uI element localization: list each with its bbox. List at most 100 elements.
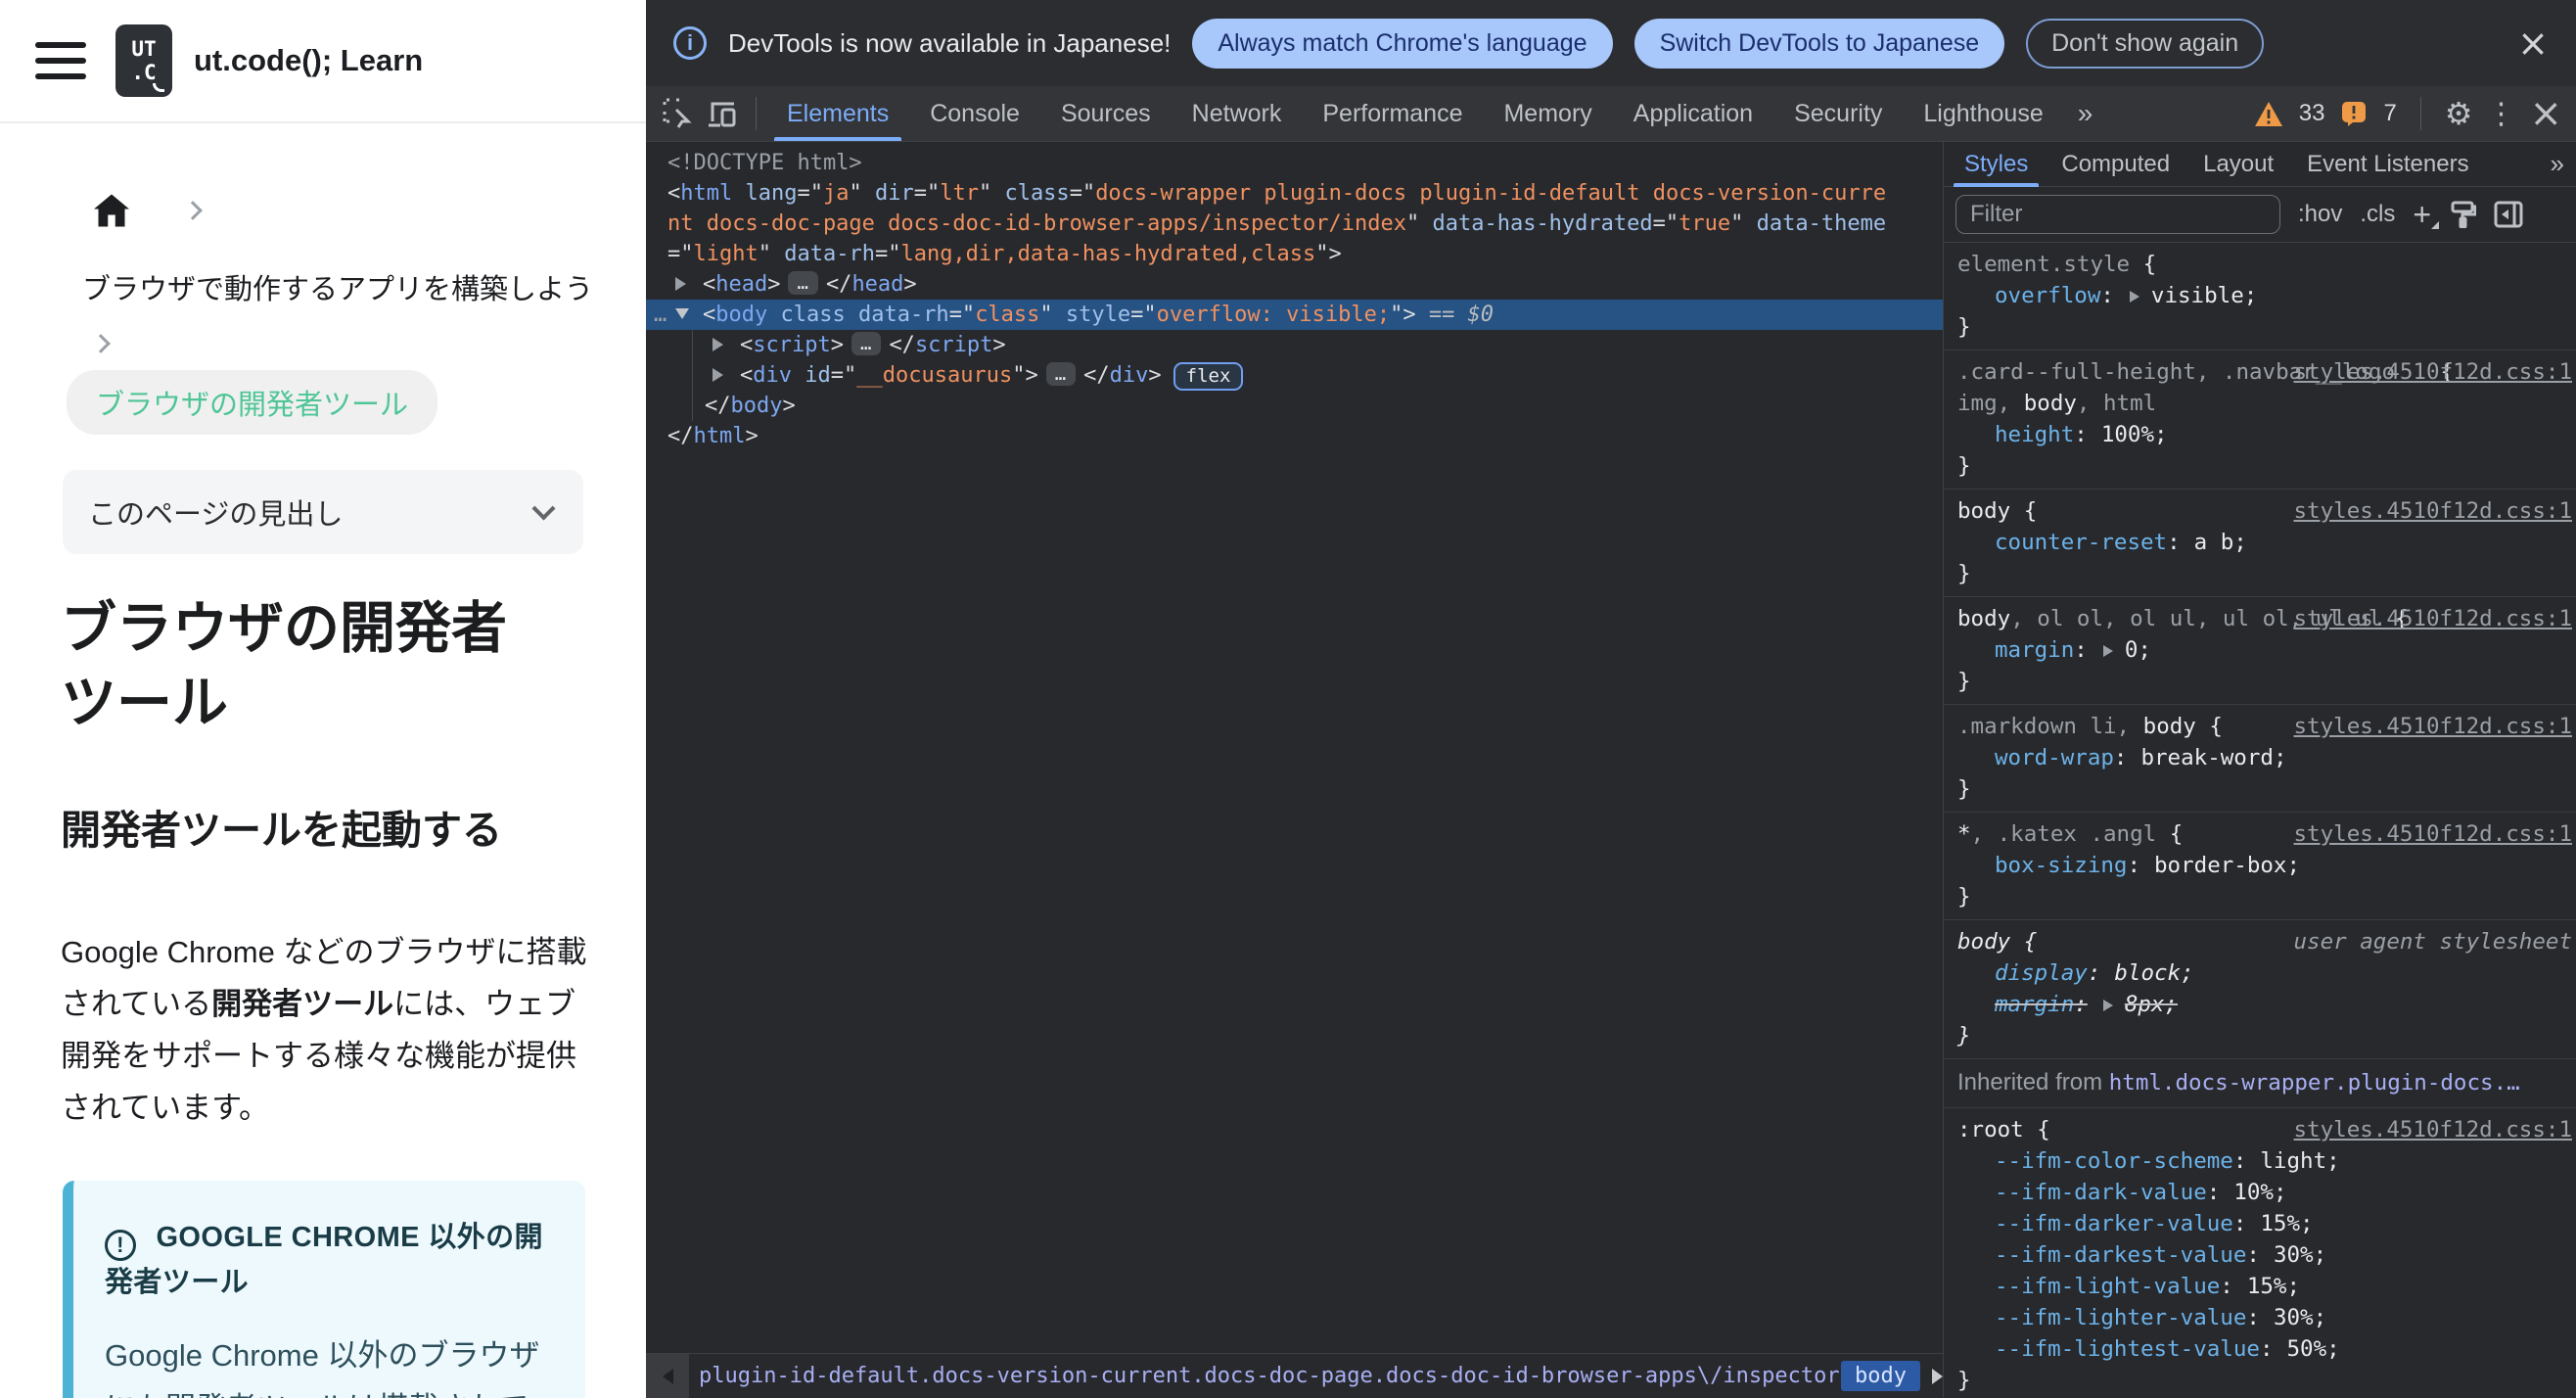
device-toolbar-icon[interactable] [701, 92, 746, 135]
breadcrumb-current[interactable]: ブラウザの開発者ツール [67, 370, 438, 435]
sidebar-tab-styles[interactable]: Styles [1948, 142, 2045, 187]
tab-lighthouse[interactable]: Lighthouse [1903, 86, 2063, 141]
css-declaration[interactable]: --ifm-lighter-value: 30%; [1944, 1302, 2576, 1333]
dom-row[interactable]: <html lang="ja" dir="ltr" class="docs-wr… [646, 178, 1899, 269]
info-admonition: ! GOOGLE CHROME 以外の開発者ツール Google Chrome … [63, 1181, 585, 1398]
utcode-logo[interactable]: UT .C [115, 24, 172, 97]
toggle-class-button[interactable]: .cls [2360, 201, 2395, 228]
flex-badge[interactable]: flex [1173, 362, 1244, 391]
toolbar-divider [2419, 97, 2421, 130]
dom-token: ja [822, 181, 850, 206]
expand-value-icon[interactable] [2102, 645, 2113, 657]
rule-selector[interactable]: element.style [1957, 249, 2130, 280]
css-declaration[interactable]: --ifm-darker-value: 15%; [1944, 1208, 2576, 1239]
inspect-element-icon[interactable] [656, 92, 701, 135]
stylesheet-source-link[interactable]: styles.4510f12d.css:1 [2294, 603, 2572, 634]
right-arrow-icon[interactable] [1932, 1368, 1943, 1384]
styles-filter-input[interactable] [1955, 195, 2280, 234]
collapse-arrow-icon[interactable] [675, 300, 703, 330]
rule-selector[interactable]: :root [1957, 1114, 2024, 1145]
issues-icon[interactable] [2338, 92, 2369, 135]
css-declaration[interactable]: --ifm-darkest-value: 30%; [1944, 1239, 2576, 1271]
css-declaration[interactable]: --ifm-light-value: 15%; [1944, 1271, 2576, 1302]
toggle-hover-state-button[interactable]: :hov [2298, 201, 2342, 228]
rule-selector[interactable]: *, .katex .angl [1957, 818, 2156, 850]
css-declaration[interactable]: height: 100%; [1944, 419, 2576, 450]
dom-row[interactable]: </html> [646, 421, 1943, 451]
sidebar-tab-event-listeners[interactable]: Event Listeners [2290, 142, 2485, 187]
more-tabs-icon[interactable]: » [2064, 98, 2107, 129]
css-declaration[interactable]: display: block; [1944, 957, 2576, 989]
breadcrumb-section[interactable]: ブラウザで動作するアプリを構築しよう [82, 266, 646, 307]
css-declaration[interactable]: --ifm-color-scheme: light; [1944, 1145, 2576, 1177]
inline-expand-icon[interactable]: … [1045, 362, 1077, 386]
css-declaration[interactable]: counter-reset: a b; [1944, 527, 2576, 558]
kebab-menu-icon[interactable]: ⋮ [2486, 97, 2515, 131]
css-declaration[interactable]: --ifm-dark-value: 10%; [1944, 1177, 2576, 1208]
always-match-language-button[interactable]: Always match Chrome's language [1192, 18, 1613, 69]
toolbar-right-group: 33 7 ⚙ ⋮ × [2252, 92, 2576, 135]
dom-row[interactable]: <script>… </script> [646, 330, 1943, 360]
sidebar-tab-computed[interactable]: Computed [2045, 142, 2186, 187]
dont-show-again-button[interactable]: Don't show again [2026, 18, 2265, 69]
warnings-icon[interactable] [2252, 92, 2285, 135]
expand-arrow-icon[interactable] [675, 269, 703, 300]
tab-application[interactable]: Application [1613, 86, 1773, 141]
css-declaration[interactable]: word-wrap: break-word; [1944, 742, 2576, 773]
collapse-panel-icon[interactable] [2494, 201, 2523, 228]
css-declaration[interactable]: box-sizing: border-box; [1944, 850, 2576, 881]
css-declaration[interactable]: --ifm-lightest-value: 50%; [1944, 1333, 2576, 1365]
stylesheet-source-link[interactable]: styles.4510f12d.css:1 [2294, 495, 2572, 527]
tab-elements[interactable]: Elements [766, 86, 909, 141]
settings-gear-icon[interactable]: ⚙ [2445, 95, 2473, 132]
crumb-scroll-left-button[interactable] [646, 1354, 689, 1398]
rule-selector[interactable]: body [1957, 926, 2010, 957]
rendering-emulation-icon[interactable] [2449, 201, 2477, 228]
tab-security[interactable]: Security [1773, 86, 1903, 141]
dom-token: " [1039, 303, 1053, 327]
dom-row-selected[interactable]: … <body class data-rh="class" style="over… [646, 300, 1943, 330]
stylesheet-source-link[interactable]: styles.4510f12d.css:1 [2294, 1114, 2572, 1145]
expand-arrow-icon[interactable] [713, 330, 740, 360]
site-title[interactable]: ut.code(); Learn [194, 43, 423, 78]
dom-token: =" [913, 181, 941, 206]
css-declaration[interactable]: overflow: visible; [1944, 280, 2576, 311]
expand-value-icon[interactable] [2102, 1000, 2113, 1011]
devtools-close-icon[interactable]: × [2529, 94, 2562, 133]
switch-to-japanese-button[interactable]: Switch DevTools to Japanese [1633, 18, 2005, 69]
sidebar-more-tabs-icon[interactable]: » [2551, 149, 2576, 179]
dom-row[interactable]: <!DOCTYPE html> [646, 148, 1943, 178]
dom-row[interactable]: <head>… </head> [646, 269, 1943, 300]
inherited-node-link[interactable]: html.docs-wrapper.plugin-docs.… [2109, 1070, 2520, 1095]
crumb-path[interactable]: plugin-id-default.docs-version-current.d… [689, 1364, 1841, 1388]
menu-icon[interactable] [35, 42, 86, 79]
sidebar-tab-layout[interactable]: Layout [2186, 142, 2290, 187]
rule-selector[interactable]: body [1957, 495, 2010, 527]
tab-console[interactable]: Console [909, 86, 1040, 141]
new-style-rule-button[interactable]: + [2413, 199, 2439, 230]
infobar-close-icon[interactable]: × [2517, 24, 2549, 62]
crumb-selected-node[interactable]: body [1841, 1361, 1920, 1391]
stylesheet-source-link[interactable]: styles.4510f12d.css:1 [2294, 711, 2572, 742]
tab-memory[interactable]: Memory [1483, 86, 1612, 141]
rule-selector[interactable]: .markdown li, body [1957, 711, 2196, 742]
tab-performance[interactable]: Performance [1302, 86, 1483, 141]
toc-toggle[interactable]: このページの見出し [63, 470, 583, 554]
dom-token: </ [889, 333, 915, 357]
tab-network[interactable]: Network [1172, 86, 1303, 141]
dom-row[interactable]: <div id="__docusaurus">… </div> flex [646, 360, 1943, 391]
expand-value-icon[interactable] [2129, 291, 2139, 303]
tab-sources[interactable]: Sources [1040, 86, 1172, 141]
stylesheet-source-link[interactable]: styles.4510f12d.css:1 [2294, 818, 2572, 850]
css-declaration[interactable]: margin: 0; [1944, 634, 2576, 666]
stylesheet-source-link[interactable]: styles.4510f12d.css:1 [2294, 356, 2572, 388]
inline-expand-icon[interactable]: … [851, 332, 882, 355]
expand-arrow-icon[interactable] [713, 360, 740, 391]
home-icon[interactable] [94, 194, 129, 227]
inline-expand-icon[interactable]: … [788, 271, 818, 295]
dom-row[interactable]: </body> [646, 391, 1943, 421]
dom-token: > [745, 424, 759, 448]
node-actions-icon[interactable]: … [654, 300, 668, 330]
css-declaration[interactable]: margin: 8px; [1944, 989, 2576, 1020]
styles-sidebar: StylesComputedLayoutEvent Listeners » :h… [1943, 142, 2576, 1398]
